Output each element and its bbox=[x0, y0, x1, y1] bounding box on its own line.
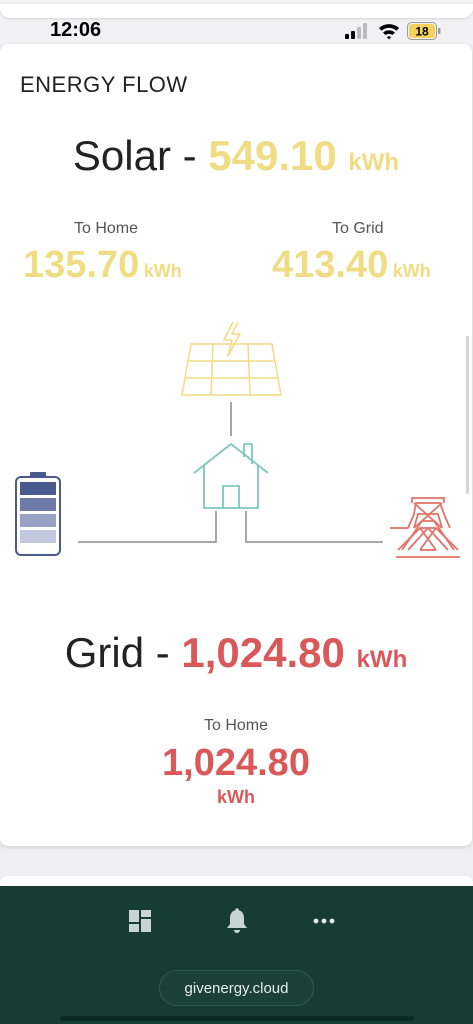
solar-to-home-label: To Home bbox=[74, 220, 139, 237]
status-bar: 12:06 18 bbox=[0, 0, 473, 44]
url-bar[interactable]: givenergy.cloud bbox=[159, 970, 314, 1006]
energy-flow-card: ENERGY FLOW Solar - 549.10 kWh To Home 1… bbox=[0, 44, 472, 846]
solar-label: Solar - bbox=[72, 132, 209, 179]
cellular-signal-icon bbox=[345, 23, 367, 39]
wifi-icon bbox=[379, 24, 399, 40]
grid-to-home-value: 1,024.80 bbox=[162, 742, 310, 784]
grid-label: Grid - bbox=[64, 629, 182, 676]
house-to-battery-line bbox=[78, 511, 217, 543]
solar-to-grid-value: 413.40 kWh bbox=[272, 244, 431, 287]
bottom-navigation: givenergy.cloud bbox=[0, 886, 473, 1024]
energy-flow-diagram bbox=[15, 321, 460, 558]
solar-to-grid-label: To Grid bbox=[332, 220, 384, 237]
status-time: 12:06 bbox=[50, 19, 102, 41]
grid-tower-icon bbox=[390, 497, 460, 558]
solar-to-home-value: 135.70 kWh bbox=[23, 244, 182, 287]
card-title: ENERGY FLOW bbox=[20, 72, 188, 97]
grid-value: 1,024.80 bbox=[181, 629, 345, 676]
solar-value: 549.10 bbox=[208, 132, 337, 179]
house-to-grid-line bbox=[245, 511, 383, 543]
solar-to-home-unit: kWh bbox=[143, 261, 182, 281]
solar-panel-icon bbox=[181, 321, 282, 396]
grid-unit: kWh bbox=[356, 646, 408, 673]
scroll-indicator[interactable] bbox=[466, 336, 469, 494]
battery-level-text: 18 bbox=[415, 25, 429, 39]
solar-to-grid-number: 413.40 bbox=[272, 244, 389, 286]
battery-icon bbox=[15, 472, 61, 556]
notifications-icon[interactable] bbox=[224, 908, 250, 934]
solar-unit: kWh bbox=[348, 149, 400, 176]
solar-to-grid-unit: kWh bbox=[392, 261, 431, 281]
more-icon[interactable] bbox=[311, 908, 337, 934]
battery-status-icon: 18 bbox=[407, 22, 441, 40]
app-screen: 12:06 18 ENERGY FLOW Solar - 549.10 kWh … bbox=[0, 0, 473, 1024]
house-icon bbox=[193, 443, 269, 509]
previous-card-edge bbox=[0, 4, 473, 18]
solar-total: Solar - 549.10 kWh bbox=[0, 132, 472, 180]
solar-to-home-number: 135.70 bbox=[23, 244, 140, 286]
grid-to-home-unit: kWh bbox=[217, 787, 255, 807]
grid-total: Grid - 1,024.80 kWh bbox=[0, 629, 472, 677]
dashboard-icon[interactable] bbox=[127, 908, 153, 934]
home-indicator[interactable] bbox=[60, 1016, 414, 1021]
grid-to-home-label: To Home bbox=[203, 717, 269, 734]
